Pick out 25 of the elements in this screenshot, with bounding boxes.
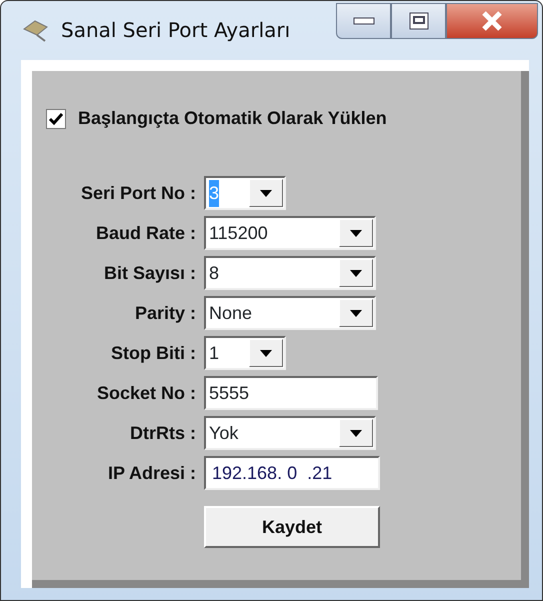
window-title: Sanal Seri Port Ayarları	[61, 16, 290, 44]
dropdown[interactable]: 8	[204, 256, 376, 290]
field-label: Parity :	[134, 302, 196, 325]
minimize-icon	[352, 17, 374, 25]
field-label: DtrRts :	[129, 422, 196, 444]
input-field[interactable]: 5555	[204, 376, 378, 410]
close-button[interactable]	[446, 3, 538, 39]
ip-address-field[interactable]: 192.168. 0 .21	[204, 456, 380, 490]
maximize-icon	[408, 12, 428, 30]
dropdown[interactable]: 115200	[204, 216, 376, 250]
autostart-checkbox[interactable]	[46, 108, 66, 128]
dropdown[interactable]: Yok	[204, 416, 376, 450]
dropdown[interactable]: 1	[204, 336, 286, 370]
dropdown[interactable]: None	[204, 296, 376, 330]
close-icon	[481, 11, 503, 31]
field-label: Bit Sayısı :	[102, 262, 196, 285]
maximize-button[interactable]	[391, 3, 446, 39]
save-button[interactable]: Kaydet	[204, 506, 380, 548]
field-label: Socket No :	[96, 382, 196, 404]
field-label: Seri Port No :	[80, 182, 196, 204]
field-label: Stop Biti :	[110, 342, 196, 365]
minimize-button[interactable]	[336, 3, 391, 39]
field-label: IP Adresi :	[106, 462, 196, 484]
field-label: Baud Rate :	[94, 222, 196, 244]
autostart-label: Başlangıçta Otomatik Olarak Yüklen	[78, 107, 387, 130]
